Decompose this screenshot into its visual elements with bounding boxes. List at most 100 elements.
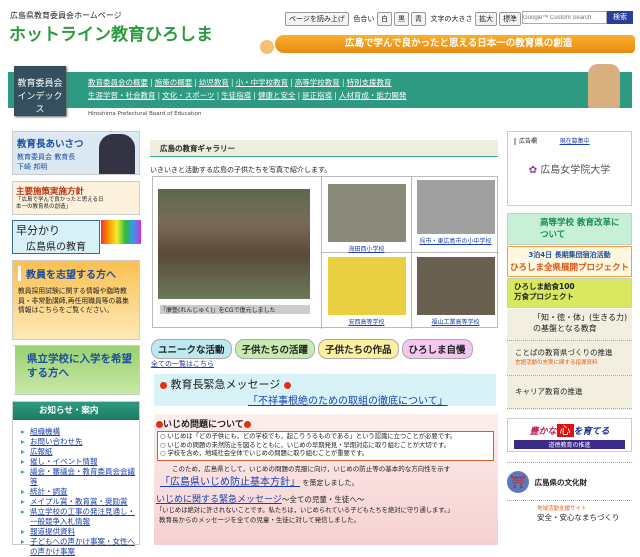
gallery-item[interactable]: 呉市・東広島市の小中学校: [411, 177, 499, 253]
kotoba-title: ことばの教育県づくりの推進: [515, 348, 613, 357]
color-black-button[interactable]: 黒: [393, 12, 409, 26]
community-title: 安全・安心なまちづくり: [537, 513, 620, 522]
gallery-link[interactable]: 福山工業高等学校: [431, 319, 479, 326]
nav-link-lifelong[interactable]: 生涯学習・社会教育: [88, 91, 156, 100]
tagline-banner: 広島で学んで良かったと思える日本一の教育県の創造: [275, 35, 635, 53]
news-link[interactable]: 報道提供資料: [30, 527, 75, 536]
tag-unique-activities[interactable]: ユニークな活動: [151, 339, 232, 359]
search-input[interactable]: [522, 11, 607, 24]
text-enlarge-button[interactable]: 拡大: [475, 12, 498, 26]
nav-link-preschool[interactable]: 幼児教育: [199, 78, 229, 87]
news-link[interactable]: お問い合わせ先: [30, 437, 83, 446]
news-link[interactable]: 組織機構: [30, 427, 60, 436]
news-link[interactable]: 催し・イベント情報: [30, 457, 98, 466]
gallery-main-photo[interactable]: [158, 189, 310, 299]
hs-reform-banner[interactable]: 高等学校 教育改革について: [507, 213, 632, 245]
bullying-policy-link[interactable]: 「広島県いじめ防止基本方針」: [160, 477, 300, 488]
quick-guide-line1: 早分かり: [16, 224, 60, 237]
gallery-link[interactable]: 呉市・東広島市の小中学校: [419, 238, 491, 245]
greeting-banner[interactable]: 教育長あいさつ 教育委員会 教育長 下崎 邦明: [12, 131, 140, 175]
gallery-item[interactable]: 福山工業高等学校: [411, 253, 499, 329]
nav-link-high-school[interactable]: 高等学校教育: [295, 78, 340, 87]
nav-link-correction[interactable]: 是正指導: [302, 91, 332, 100]
news-link[interactable]: メイプル賞・教育賞・奨励賞: [30, 497, 128, 506]
news-link[interactable]: 統計・調査: [30, 487, 68, 496]
text-standard-button[interactable]: 標準: [499, 12, 522, 26]
gallery-link[interactable]: 海田西小学校: [348, 246, 384, 253]
gallery-photo[interactable]: [327, 257, 406, 315]
admission-banner[interactable]: 県立学校に入学を希望する方へ: [12, 345, 140, 395]
nav-link-guidance[interactable]: 生徒指導: [221, 91, 251, 100]
bullying-point: ○ 学校を含め，地域社会全体でいじめの問題に取り組むことが重要です。: [160, 450, 369, 457]
kotoba-sub: 言語活動の充実に関する指導資料: [515, 360, 598, 366]
text-size-label: 文字の大きさ: [430, 15, 473, 23]
bullying-message-suffix: ～全ての児童・生徒へ～: [281, 494, 365, 504]
policy-banner[interactable]: 主要施策実施方針 「広島で学んで良かったと思える日本一の教育県の創造」: [12, 181, 140, 215]
nav-link-elementary[interactable]: 小・中学校教育: [236, 78, 289, 87]
nav-link-special-support[interactable]: 特別支援教育: [347, 78, 392, 87]
read-aloud-button[interactable]: ページを読み上げ: [285, 12, 349, 26]
kotoba-link[interactable]: ことばの教育県づくりの推進 言語活動の充実に関する指導資料: [507, 341, 632, 376]
cultural-assets-label: 広島県の文化財: [534, 477, 588, 487]
color-label: 色合い: [353, 15, 375, 23]
red-dot-icon: [283, 381, 291, 389]
color-white-button[interactable]: 白: [376, 12, 392, 26]
news-link[interactable]: 子どもへの声かけ事案・女性への声かけ事案: [30, 537, 135, 556]
camp-line1: 3泊4日 長期集団宿泊活動: [528, 251, 611, 259]
gallery-link[interactable]: 安西高等学校: [348, 319, 384, 326]
tag-children-works[interactable]: 子供たちの作品: [318, 339, 399, 359]
career-link[interactable]: キャリア教育の推進: [507, 376, 632, 409]
nav-link-board-overview[interactable]: 教育委員会の概要: [88, 78, 148, 87]
school-lunch-banner[interactable]: ひろしま給食100万食プロジェクト: [507, 278, 632, 308]
color-blue-button[interactable]: 青: [410, 12, 426, 26]
ikiru-line2: の基盤となる教育: [533, 324, 597, 333]
teacher-recruit-banner[interactable]: 教員を志望する方へ 教員採用試験に関する情報や臨時教員・非常勤講師,再任用職員等…: [12, 260, 140, 340]
urgent-message-link[interactable]: 「不祥事根絶のための取組の徹底について」: [248, 396, 448, 407]
gallery-item[interactable]: 海田西小学校: [321, 177, 411, 253]
bullying-point: ○ いじめの問題の未然防止を図るとともに，いじめの早期発見・早期対応に取り組むこ…: [160, 441, 450, 449]
community-site-link[interactable]: 地域活動支援サイト 安全・安心なまちづくり: [507, 500, 632, 540]
urgent-message-box: 教育長緊急メッセージ 「不祥事根絶のための取組の徹底について」: [154, 374, 496, 407]
ad-sponsor[interactable]: ✿ 広島女学院大学: [514, 161, 625, 176]
tag-hiroshima-pride[interactable]: ひろしま自慢: [401, 339, 473, 359]
gallery-tags: ユニークな活動 子供たちの活躍 子供たちの作品 ひろしま自慢: [151, 339, 476, 359]
news-link[interactable]: 議会・審議会・教育委員会会議等: [30, 467, 135, 486]
gallery-item[interactable]: 安西高等学校: [321, 253, 411, 329]
kokoro-banner[interactable]: 豊かな心を育てる 道徳教育の推進: [507, 418, 632, 452]
news-link[interactable]: 広報紙: [30, 447, 53, 456]
bullying-point: ○ いじめは「どの子供にも，どの学校でも，起こりうるものである」という認識に立つ…: [160, 433, 456, 440]
all-list-link[interactable]: 全ての一覧はこちら: [151, 359, 214, 369]
search-button[interactable]: 検索: [607, 11, 633, 24]
gallery-photo[interactable]: [416, 180, 495, 234]
main-nav: 教育委員会の概要 | 施策の概要 | 幼児教育 | 小・中学校教育 | 高等学校教育 | 特別支援教…: [8, 72, 632, 108]
policy-desc: 「広島で学んで良かったと思える日本一の教育県の創造」: [16, 197, 104, 210]
camp-line2: ひろしま全県展開プロジェクト: [509, 263, 629, 273]
gallery-grid: 「廉塾(れんじゅく)」をCGで復元しました 海田西小学校 呉市・東広島市の小中学…: [152, 176, 499, 329]
ad-recruit-link[interactable]: 現在募集中: [560, 138, 590, 145]
gallery-photo[interactable]: [416, 257, 495, 315]
bullying-policy-suffix: を策定しました。: [302, 478, 359, 487]
nav-row-2: 生涯学習・社会教育 | 文化・スポーツ | 生徒指導 | 健康と安全 | 是正指導 | 人材育成・能…: [88, 91, 407, 100]
nav-link-health-safety[interactable]: 健康と安全: [258, 91, 296, 100]
quick-guide-line2: 広島県の教育: [26, 242, 86, 253]
red-dot-icon: [156, 421, 163, 428]
nav-link-policy[interactable]: 施策の概要: [155, 78, 193, 87]
cultural-assets-link[interactable]: ⛩ 広島県の文化財: [507, 462, 632, 498]
news-link[interactable]: 県立学校の工事の発注見通し・一般競争入札情報: [30, 507, 135, 526]
quick-guide-banner[interactable]: 早分かり 広島県の教育: [12, 220, 100, 254]
bullying-message-link[interactable]: いじめに関する緊急メッセージ: [156, 495, 282, 505]
nav-link-hr[interactable]: 人材育成・能力開発: [339, 91, 407, 100]
tag-children-achievements[interactable]: 子供たちの活躍: [234, 339, 316, 359]
camp-project-banner[interactable]: 3泊4日 長期集団宿泊活動 ひろしま全県展開プロジェクト: [507, 246, 632, 277]
gallery-intro: いきいきと活動する広島の子供たちを写真で紹介します。: [150, 166, 332, 174]
site-logo[interactable]: ホットライン教育ひろしま: [9, 20, 213, 45]
ad-box: 広告欄 現在募集中 ✿ 広島女学院大学: [507, 131, 632, 206]
news-list: 組織機構 お問い合わせ先 広報紙 催し・イベント情報 議会・審議会・教育委員会会…: [13, 420, 139, 557]
gallery-photo[interactable]: [327, 184, 406, 242]
admission-title: 県立学校に入学を希望する方へ: [27, 353, 132, 379]
torii-icon: ⛩: [507, 471, 529, 493]
gallery-main-caption[interactable]: 「廉塾(れんじゅく)」をCGで復元しました: [160, 305, 310, 314]
ad-label: 広告欄: [514, 138, 538, 145]
nav-link-culture-sports[interactable]: 文化・スポーツ: [162, 91, 214, 100]
ikiru-link[interactable]: 「知・徳・体」(生きる力) の基盤となる教育: [507, 309, 632, 341]
